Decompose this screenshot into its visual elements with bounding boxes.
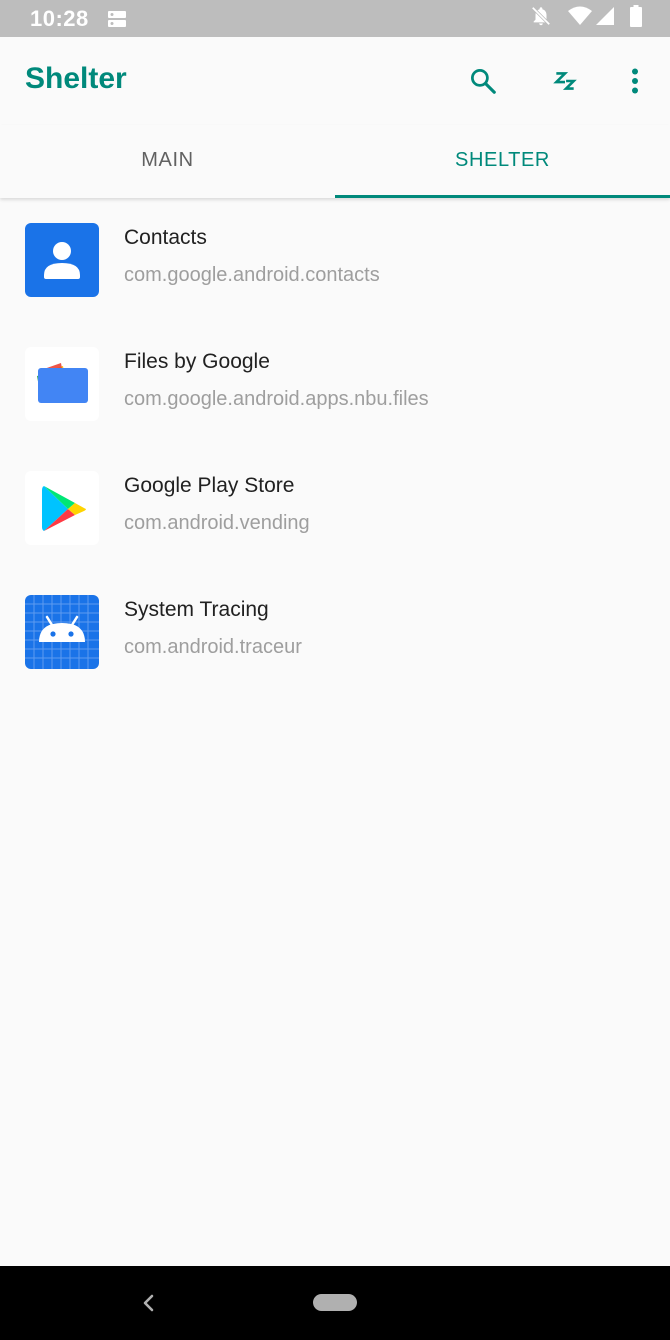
back-button[interactable] <box>136 1290 162 1316</box>
battery-icon <box>630 5 642 32</box>
tab-main[interactable]: MAIN <box>0 125 335 198</box>
status-time: 10:28 <box>30 5 89 31</box>
app-bar: Shelter <box>0 37 670 125</box>
files-app-icon <box>25 347 99 421</box>
app-name: Contacts <box>124 226 207 249</box>
wifi-icon <box>568 6 592 31</box>
search-icon <box>471 69 496 94</box>
freeze-icon <box>553 72 577 90</box>
contacts-app-icon <box>25 223 99 297</box>
app-name: Google Play Store <box>124 474 295 497</box>
app-package: com.android.traceur <box>124 636 302 658</box>
back-icon <box>143 1294 154 1312</box>
more-vert-icon <box>632 68 638 94</box>
app-name: System Tracing <box>124 598 269 621</box>
app-name: Files by Google <box>124 350 270 373</box>
app-package: com.android.vending <box>124 512 310 534</box>
list-item-google-play-store[interactable]: Google Play Store com.android.vending <box>0 448 670 572</box>
tab-shelter[interactable]: SHELTER <box>335 125 670 198</box>
navigation-bar <box>0 1266 670 1340</box>
list-item-contacts[interactable]: Contacts com.google.android.contacts <box>0 200 670 324</box>
notification-icon <box>107 10 127 28</box>
list-item-system-tracing[interactable]: System Tracing com.android.traceur <box>0 572 670 696</box>
play-store-app-icon <box>25 471 99 545</box>
freeze-button[interactable] <box>545 61 585 101</box>
signal-icon <box>596 7 614 30</box>
search-button[interactable] <box>463 61 503 101</box>
tab-indicator <box>335 195 670 198</box>
app-list: Contacts com.google.android.contacts Fil… <box>0 200 670 696</box>
do-not-disturb-icon <box>530 5 552 32</box>
home-button[interactable] <box>313 1294 357 1311</box>
status-bar: 10:28 <box>0 0 670 37</box>
app-package: com.google.android.apps.nbu.files <box>124 388 429 410</box>
tab-bar: MAIN SHELTER <box>0 125 670 198</box>
more-options-button[interactable] <box>615 61 655 101</box>
list-item-files-by-google[interactable]: Files by Google com.google.android.apps.… <box>0 324 670 448</box>
system-tracing-app-icon <box>25 595 99 669</box>
app-package: com.google.android.contacts <box>124 264 380 286</box>
app-title: Shelter <box>25 62 127 95</box>
